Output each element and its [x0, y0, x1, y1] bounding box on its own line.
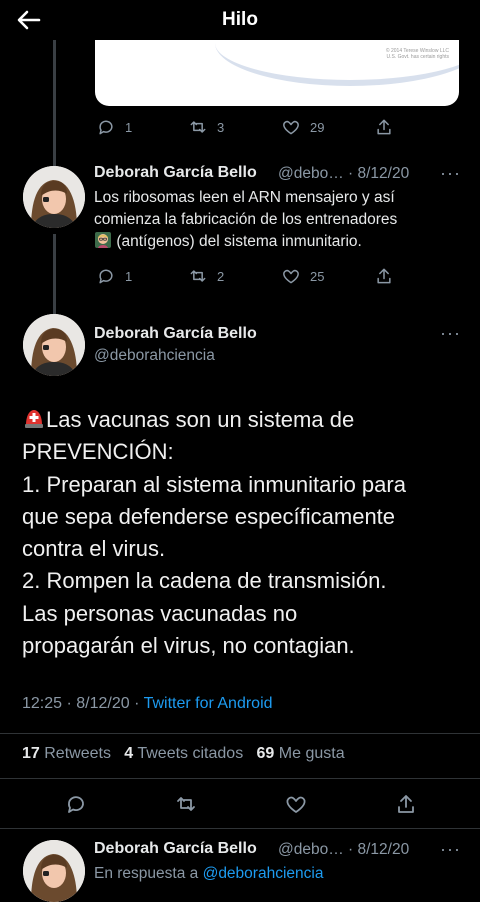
reply-action[interactable]: 1	[96, 117, 132, 137]
reply-button[interactable]	[64, 792, 88, 816]
share-action[interactable]	[374, 117, 394, 137]
retweet-icon	[177, 797, 195, 811]
retweet-action[interactable]: 2	[188, 266, 224, 286]
media-credit: © 2014 Terese Winslow LLC U.S. Govt. has…	[385, 48, 449, 60]
author-photo	[23, 314, 85, 376]
more-options-icon[interactable]: ···	[440, 839, 461, 860]
reply-to-link[interactable]: @deborahciencia	[203, 865, 324, 882]
share-icon	[377, 268, 391, 284]
share-action[interactable]	[374, 266, 394, 286]
likes-stat[interactable]: 69 Me gusta	[257, 745, 345, 762]
thread-line	[53, 40, 56, 166]
share-button[interactable]	[394, 792, 418, 816]
retweets-stat[interactable]: 17 Retweets	[22, 745, 111, 762]
divider	[0, 733, 480, 734]
tweet-text: Los ribosomas leen el ARN mensajero y as…	[94, 189, 398, 250]
reply-context: En respuesta a @deborahciencia	[94, 865, 324, 882]
author-photo	[23, 166, 85, 228]
author-name[interactable]: Deborah García Bello	[94, 325, 257, 343]
divider	[0, 778, 480, 779]
retweet-count: 3	[217, 119, 225, 135]
tweet-text: Las vacunas son un sistema de PREVENCIÓN…	[22, 407, 406, 659]
heart-icon	[283, 120, 299, 135]
like-count: 25	[310, 268, 325, 284]
retweet-button[interactable]	[174, 792, 198, 816]
retweet-icon	[190, 121, 206, 133]
reply-action[interactable]: 1	[96, 266, 132, 286]
author-name[interactable]: Deborah García Bello	[94, 164, 257, 182]
reply-count: 1	[125, 268, 133, 284]
avatar[interactable]	[23, 840, 85, 902]
page-title: Hilo	[222, 9, 258, 30]
like-action[interactable]: 29	[281, 117, 324, 137]
heart-icon	[283, 269, 299, 284]
divider	[0, 828, 480, 829]
client-link[interactable]: Twitter for Android	[144, 695, 273, 712]
author-handle[interactable]: @deborahciencia	[94, 347, 215, 365]
like-action[interactable]: 25	[281, 266, 324, 286]
like-button[interactable]	[284, 792, 308, 816]
handle-timestamp: @debo… · 8/12/20	[278, 165, 410, 182]
tweet-stats: 17 Retweets 4 Tweets citados 69 Me gusta	[22, 745, 345, 763]
retweet-action[interactable]: 3	[188, 117, 224, 137]
heart-icon	[286, 796, 306, 813]
handle-timestamp: @debo… · 8/12/20	[278, 841, 410, 858]
teacher-emoji-icon	[95, 232, 111, 248]
share-icon	[377, 119, 391, 135]
reply-icon	[99, 120, 113, 135]
avatar[interactable]	[23, 314, 85, 376]
author-photo	[23, 840, 85, 902]
tweet-timestamp: 12:25 · 8/12/20 · Twitter for Android	[22, 695, 273, 713]
retweet-icon	[190, 270, 206, 282]
retweet-count: 2	[217, 268, 225, 284]
time-date: 12:25 · 8/12/20 ·	[22, 695, 140, 712]
quotes-stat[interactable]: 4 Tweets citados	[124, 745, 243, 762]
reply-icon	[99, 269, 113, 284]
avatar[interactable]	[23, 166, 85, 228]
top-bar: Hilo	[0, 0, 480, 40]
author-name[interactable]: Deborah García Bello	[94, 840, 257, 858]
reply-icon	[68, 796, 84, 813]
reply-count: 1	[125, 119, 133, 135]
share-icon	[398, 795, 414, 813]
thread-line	[53, 234, 56, 318]
siren-emoji-icon	[25, 410, 43, 428]
like-count: 29	[310, 119, 325, 135]
more-options-icon[interactable]: ···	[440, 163, 461, 184]
more-options-icon[interactable]: ···	[440, 323, 461, 344]
